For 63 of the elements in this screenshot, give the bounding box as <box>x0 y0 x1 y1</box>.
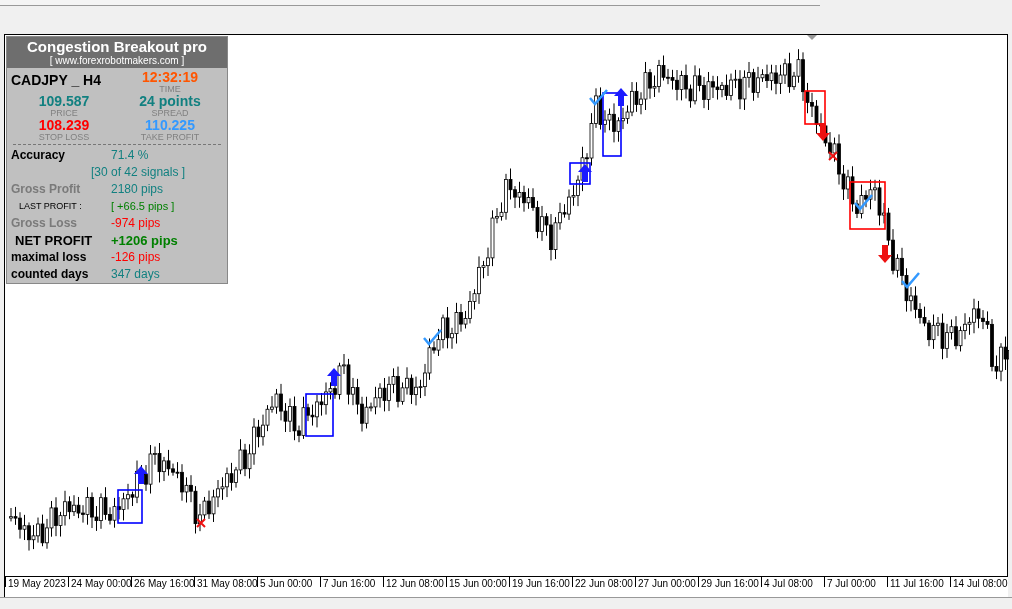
time-value: 12:32:19 <box>141 70 198 85</box>
axis-label: 5 Jun 00:00 <box>257 577 320 587</box>
price-value: 109.587 <box>38 94 90 109</box>
stat-label: counted days <box>11 266 90 284</box>
symbol-label: CADJPY _ H4 <box>11 71 102 90</box>
range-box <box>602 92 622 157</box>
stat-label: Gross Loss <box>11 215 79 233</box>
axis-label: 4 Jul 08:00 <box>761 577 824 587</box>
axis-label: 19 Jun 16:00 <box>509 577 572 587</box>
axis-label: 31 May 08:00 <box>194 577 257 587</box>
check-icon <box>901 272 920 289</box>
cross-icon <box>828 151 838 161</box>
stat-value: 347 days <box>111 266 161 284</box>
website-url: [ www.forexrobotmakers.com ] <box>49 55 185 66</box>
stat-value: 71.4 % <box>111 147 150 165</box>
spread-caption: SPREAD <box>151 108 189 119</box>
up-arrow-icon <box>327 368 341 386</box>
take-profit-caption: TAKE PROFIT <box>140 132 200 143</box>
axis-label: 7 Jun 16:00 <box>320 577 383 587</box>
check-icon <box>423 329 442 346</box>
range-box <box>849 181 886 230</box>
stat-label: Accuracy <box>11 147 67 165</box>
up-arrow-icon <box>134 466 148 484</box>
stat-label: Gross Profit <box>11 181 82 199</box>
axis-label: 29 Jun 16:00 <box>698 577 761 587</box>
stat-label: maximal loss <box>11 249 88 267</box>
stat-value: +1206 pips <box>111 232 179 250</box>
stat-value: -126 pips <box>111 249 162 267</box>
stat-value: [ +66.5 pips ] <box>111 199 176 215</box>
stat-value: -974 pips <box>111 215 162 233</box>
check-icon <box>854 194 873 211</box>
time-caption: TIME <box>159 84 181 95</box>
range-box <box>305 393 334 437</box>
stat-value: [30 of 42 signals ] <box>91 164 187 182</box>
up-arrow-icon <box>578 164 592 182</box>
stop-loss-caption: STOP LOSS <box>38 132 90 143</box>
axis-label: 14 Jul 08:00 <box>950 577 1012 587</box>
axis-label: 15 Jun 00:00 <box>446 577 509 587</box>
range-box <box>117 489 143 524</box>
range-box <box>569 162 591 185</box>
axis-label: 24 May 00:00 <box>68 577 131 587</box>
triangle-icon <box>807 35 817 40</box>
axis-label: 7 Jul 00:00 <box>824 577 887 587</box>
spread-value: 24 points <box>139 94 201 109</box>
axis-label: 26 May 16:00 <box>131 577 194 587</box>
stat-label: LAST PROFIT : <box>18 200 83 214</box>
cross-icon <box>196 518 206 528</box>
range-box <box>804 90 826 125</box>
axis-label: 19 May 2023 <box>5 577 68 587</box>
axis-label: 11 Jul 16:00 <box>887 577 950 587</box>
stat-value: 2180 pips <box>111 181 165 199</box>
panel-title: Congestion Breakout pro <box>26 38 208 55</box>
down-arrow-icon <box>878 245 892 263</box>
stat-label: NET PROFIT <box>14 232 94 250</box>
axis-label: 22 Jun 08:00 <box>572 577 635 587</box>
down-arrow-icon <box>816 123 830 141</box>
up-arrow-icon <box>614 88 628 106</box>
axis-label: 12 Jun 08:00 <box>383 577 446 587</box>
check-icon <box>589 89 608 106</box>
axis-label: 27 Jun 00:00 <box>635 577 698 587</box>
take-profit-value: 110.225 <box>145 118 195 133</box>
price-caption: PRICE <box>50 108 78 119</box>
stop-loss-value: 108.239 <box>38 118 90 133</box>
